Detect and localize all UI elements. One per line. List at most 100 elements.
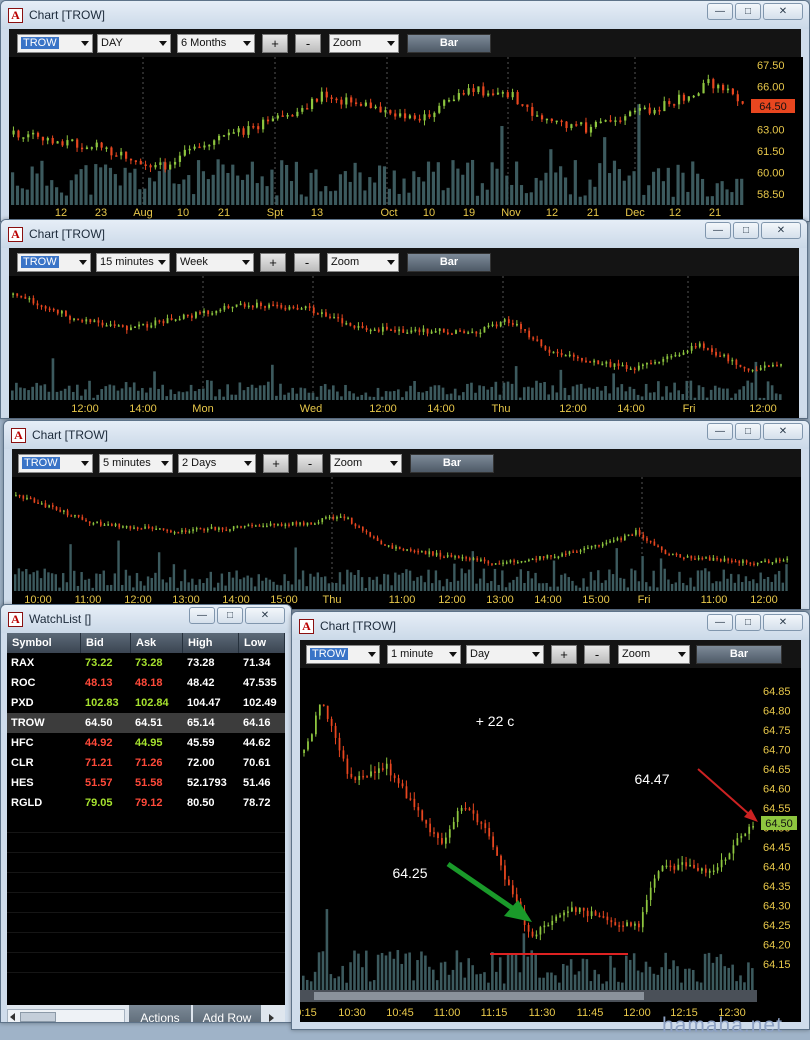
candle-body [468, 808, 471, 811]
maximize-button[interactable]: □ [735, 614, 761, 631]
volume-bar [314, 169, 318, 205]
zoom-select[interactable]: Zoom [330, 454, 402, 473]
column-header-high[interactable]: High [183, 633, 239, 653]
minimize-button[interactable]: — [707, 3, 733, 20]
volume-bar [573, 974, 577, 990]
table-row[interactable]: HFC 44.92 44.95 45.59 44.62 [7, 733, 285, 753]
zoom-in-button[interactable]: + [260, 253, 286, 272]
table-row[interactable]: ROC 48.13 48.18 48.42 47.535 [7, 673, 285, 693]
volume-bar [626, 587, 630, 591]
interval-select[interactable]: 1 minute [387, 645, 461, 664]
chart-type-button[interactable]: Bar [407, 253, 491, 272]
range-select[interactable]: Week [176, 253, 254, 272]
symbol-select[interactable]: TROW [17, 34, 93, 53]
close-button[interactable]: ✕ [245, 607, 285, 624]
title-bar[interactable]: A Chart [TROW] — □ ✕ [292, 612, 809, 640]
zoom-out-button[interactable]: - [297, 454, 323, 473]
chart-type-button[interactable]: Bar [696, 645, 782, 664]
symbol-select[interactable]: TROW [17, 253, 91, 272]
zoom-out-button[interactable]: - [584, 645, 610, 664]
table-row[interactable]: HES 51.57 51.58 52.1793 51.46 [7, 773, 285, 793]
scroll-left-icon[interactable] [10, 1013, 15, 1021]
volume-bar [663, 568, 666, 591]
maximize-button[interactable]: □ [733, 222, 759, 239]
close-button[interactable]: ✕ [761, 222, 801, 239]
title-bar[interactable]: A Chart [TROW] — □ ✕ [4, 421, 809, 449]
column-header-low[interactable]: Low [239, 633, 285, 653]
zoom-in-button[interactable]: + [262, 34, 288, 53]
volume-bar [148, 177, 152, 205]
candle-body [448, 829, 451, 838]
interval-select[interactable]: DAY [97, 34, 171, 53]
table-row[interactable]: PXD 102.83 102.84 104.47 102.49 [7, 693, 285, 713]
column-header-ask[interactable]: Ask [131, 633, 183, 653]
candle-body [763, 365, 766, 368]
candle-body [158, 320, 161, 322]
interval-select[interactable]: 5 minutes [99, 454, 173, 473]
zoom-in-button[interactable]: + [263, 454, 289, 473]
symbol-select[interactable]: TROW [306, 645, 380, 664]
candle-body [242, 128, 245, 135]
time-tick-label: 12 [55, 207, 67, 219]
candle-body [140, 528, 143, 530]
volume-bar [549, 586, 552, 591]
column-header-symbol[interactable]: Symbol [7, 633, 81, 653]
table-row[interactable]: CLR 71.21 71.26 72.00 70.61 [7, 753, 285, 773]
maximize-button[interactable]: □ [735, 423, 761, 440]
zoom-in-button[interactable]: + [551, 645, 577, 664]
cell-symbol: HFC [11, 737, 34, 749]
volume-bar [238, 382, 242, 400]
candle-body [601, 543, 604, 547]
candle-body [542, 556, 545, 559]
column-header-bid[interactable]: Bid [81, 633, 131, 653]
close-button[interactable]: ✕ [763, 423, 803, 440]
minimize-button[interactable]: — [189, 607, 215, 624]
scroll-right-icon[interactable] [269, 1014, 274, 1022]
volume-bar [586, 586, 589, 591]
minimize-button[interactable]: — [707, 614, 733, 631]
range-select[interactable]: 6 Months [177, 34, 255, 53]
candle-body [350, 517, 353, 524]
symbol-select[interactable]: TROW [18, 454, 93, 473]
interval-select[interactable]: 15 minutes [96, 253, 170, 272]
zoom-out-button[interactable]: - [294, 253, 320, 272]
zoom-select[interactable]: Zoom [329, 34, 399, 53]
close-button[interactable]: ✕ [763, 3, 803, 20]
zoom-out-button[interactable]: - [295, 34, 321, 53]
candlestick-chart[interactable]: 10:00 11:00 12:00 13:00 14:00 15:00 Thu 11:00 12… [12, 477, 801, 609]
range-select[interactable]: Day [466, 645, 544, 664]
maximize-button[interactable]: □ [217, 607, 243, 624]
title-bar[interactable]: A Chart [TROW] — □ ✕ [1, 1, 809, 29]
table-row[interactable]: RAX 73.22 73.28 73.28 71.34 [7, 653, 285, 673]
volume-bar [43, 384, 47, 400]
scroll-thumb[interactable] [20, 1012, 56, 1022]
table-row[interactable]: RGLD 79.05 79.12 80.50 78.72 [7, 793, 285, 813]
candlestick-chart[interactable]: 67.5066.0064.6063.0061.5060.0058.5064.50… [9, 57, 803, 221]
volume-bar [89, 194, 93, 205]
close-button[interactable]: ✕ [763, 614, 803, 631]
title-bar[interactable]: A WatchList [] — □ ✕ [1, 605, 291, 633]
chart-type-button[interactable]: Bar [407, 34, 491, 53]
minimize-button[interactable]: — [707, 423, 733, 440]
volume-bar [392, 170, 396, 205]
time-tick-label: 10:45 [386, 1007, 414, 1019]
candlestick-chart[interactable]: 12:00 14:00 Mon Wed 12:00 14:00 Thu 12:00 14:00 F… [9, 276, 799, 418]
table-row-selected[interactable]: TROW 64.50 64.51 65.14 64.16 [7, 713, 285, 733]
candle-body [479, 332, 482, 335]
zoom-select[interactable]: Zoom [618, 645, 690, 664]
zoom-select[interactable]: Zoom [327, 253, 399, 272]
maximize-button[interactable]: □ [735, 3, 761, 20]
horizontal-scrollbar[interactable] [7, 1009, 125, 1022]
candle-body [218, 527, 220, 530]
actions-button[interactable]: Actions [129, 1005, 191, 1022]
candlestick-chart[interactable]: 64.8564.8064.7564.7064.6564.6064.5564.50… [300, 668, 801, 1022]
candle-body [495, 324, 498, 327]
candle-body [483, 327, 486, 333]
add-row-button[interactable]: Add Row [193, 1005, 261, 1022]
volume-bar [681, 582, 685, 591]
title-bar[interactable]: A Chart [TROW] — □ ✕ [1, 220, 807, 248]
range-select[interactable]: 2 Days [178, 454, 256, 473]
volume-bar [759, 572, 762, 591]
chart-type-button[interactable]: Bar [410, 454, 494, 473]
minimize-button[interactable]: — [705, 222, 731, 239]
